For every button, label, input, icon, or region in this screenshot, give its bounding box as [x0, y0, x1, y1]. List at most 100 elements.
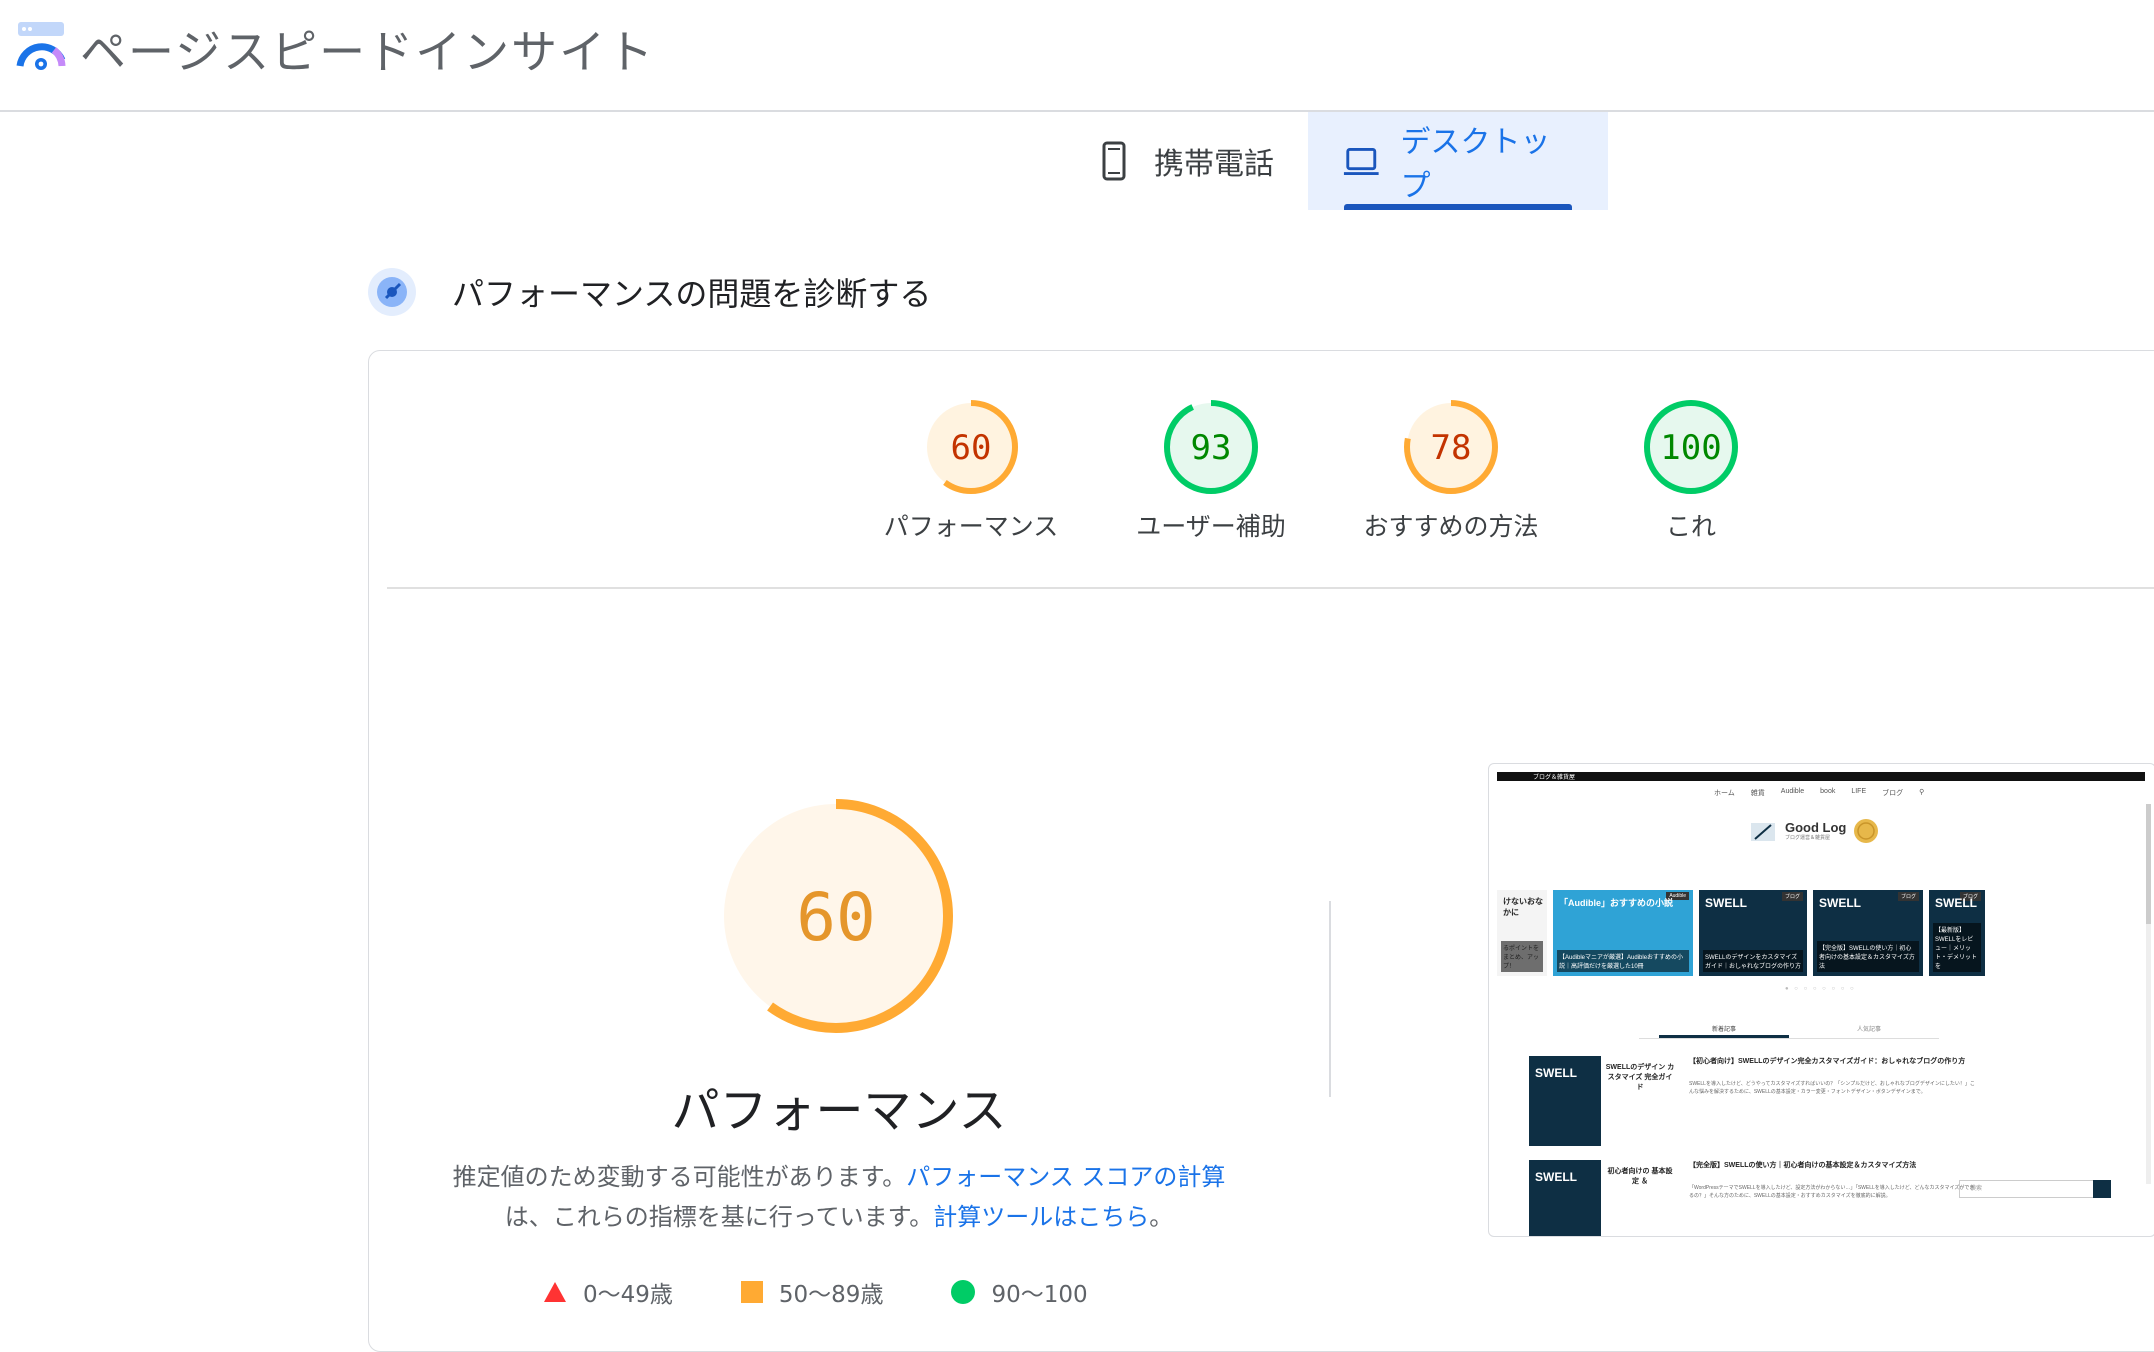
- brand-logo-icon: [1751, 823, 1775, 841]
- slide-label: 「Audible」おすすめの小説: [1559, 898, 1673, 908]
- score-description: 推定値のため変動する可能性があります。パフォーマンス スコアの計算 は、これらの…: [419, 1157, 1259, 1237]
- diagnose-title: パフォーマンスの問題を診断する: [452, 275, 932, 313]
- slide-tag: ブログ: [1781, 892, 1803, 901]
- tab-desktop-label: デスクトップ: [1400, 125, 1551, 204]
- gauge-label: おすすめの方法: [1363, 512, 1539, 541]
- slide: けないおなかに るポイントをまとめ、アップ！: [1497, 890, 1547, 976]
- gauge-score: 60: [951, 428, 992, 468]
- site-search-button: [2093, 1180, 2111, 1198]
- site-brand-sub: ブログ運営＆雑貨屋: [1785, 835, 1831, 841]
- tab-mobile[interactable]: 携帯電話: [1060, 112, 1308, 210]
- post-item: SWELL SWELLのデザイン カスタマイズ 完全ガイド 【初心者向け】SWE…: [1529, 1056, 1979, 1146]
- slide-caption: 【最新版】SWELLをレビュー｜メリット・デメリットを: [1933, 923, 1981, 972]
- slide-caption: るポイントをまとめ、アップ！: [1501, 941, 1543, 972]
- post-thumb: SWELL: [1529, 1160, 1601, 1236]
- gauge-best-practices[interactable]: 78 おすすめの方法: [1341, 397, 1561, 543]
- green-circle-icon: [951, 1280, 976, 1304]
- score-gauges: 60 パフォーマンス 93 ユーザー補助 78 おすすめの方法 100 これ: [369, 351, 2154, 587]
- legend-item-poor: 0〜49歳: [543, 1275, 673, 1309]
- score-legend: 0〜49歳 50〜89歳 90〜100: [543, 1275, 1156, 1309]
- site-nav-item: LIFE: [1851, 788, 1867, 795]
- desc-text-3: 。: [1149, 1203, 1174, 1231]
- gauge-score: 100: [1660, 428, 1721, 468]
- site-nav-item: 雑貨: [1750, 790, 1765, 797]
- diagnose-icon: [368, 268, 416, 316]
- site-brand: Good Log ブログ運営＆雑貨屋: [1749, 814, 1899, 848]
- laptop-icon: [1343, 147, 1379, 175]
- slide: ブログ SWELL 【最新版】SWELLをレビュー｜メリット・デメリットを: [1929, 890, 1985, 976]
- slider-dots: ● ○ ○ ○ ○ ○ ○ ○: [1785, 986, 1856, 992]
- site-search-input: 検索: [1959, 1180, 2099, 1198]
- slide-label: SWELL: [1705, 896, 1747, 910]
- device-tabs: 携帯電話 デスクトップ: [1060, 112, 1608, 210]
- tab-new-posts: 新着記事: [1659, 1024, 1789, 1038]
- post-item: SWELL 初心者向けの 基本設定 ＆ 【完全版】SWELLの使い方｜初心者向け…: [1529, 1160, 1979, 1236]
- legend-label: 0〜49歳: [583, 1282, 673, 1308]
- site-nav-item: ブログ: [1882, 790, 1904, 797]
- post-title: 【完全版】SWELLの使い方｜初心者向けの基本設定＆カスタマイズ方法: [1689, 1162, 1917, 1169]
- section-divider: [387, 587, 2154, 589]
- gauge-label: ユーザー補助: [1136, 512, 1286, 541]
- gauge-score: 93: [1191, 428, 1232, 468]
- slide-label: SWELL: [1819, 896, 1861, 910]
- desc-text-2: は、これらの指標を基に行っています。: [504, 1203, 934, 1231]
- tab-mobile-label: 携帯電話: [1154, 147, 1274, 182]
- gauge-label: これ: [1665, 512, 1716, 541]
- gauge-ring: 60: [924, 400, 1018, 494]
- pagespeed-logo-icon: [16, 22, 66, 70]
- post-tabs: 新着記事 人気記事: [1639, 1024, 1939, 1039]
- gauge-label: パフォーマンス: [883, 512, 1059, 541]
- gauge-ring: 78: [1404, 400, 1498, 494]
- app-header: ページスピードインサイト: [0, 0, 2154, 112]
- tab-desktop[interactable]: デスクトップ: [1308, 112, 1608, 210]
- orange-square-icon: [740, 1281, 763, 1303]
- legend-label: 50〜89歳: [778, 1282, 884, 1308]
- vertical-divider: [1329, 901, 1331, 1097]
- diagnose-header: パフォーマンスの問題を診断する: [366, 266, 931, 318]
- gauge-accessibility[interactable]: 93 ユーザー補助: [1101, 397, 1321, 543]
- slide-label: けないおなかに: [1503, 897, 1543, 917]
- calculator-link[interactable]: 計算ツールはこちら: [933, 1203, 1149, 1231]
- post-title: 【初心者向け】SWELLのデザイン完全カスタマイズガイド：おしゃれなブログの作り…: [1689, 1058, 1966, 1065]
- gauge-score: 60: [796, 879, 875, 956]
- legend-item-average: 50〜89歳: [740, 1275, 884, 1309]
- post-thumb: SWELL: [1529, 1056, 1601, 1146]
- slide-caption: 【Audibleマニアが厳選】Audibleおすすめの小説｜高評価だけを厳選した…: [1557, 950, 1689, 972]
- phone-icon: [1102, 141, 1126, 181]
- site-brand-name: Good Log: [1785, 820, 1847, 835]
- gauge-performance[interactable]: 60 パフォーマンス: [861, 397, 1081, 543]
- performance-score-calc-link[interactable]: パフォーマンス スコアの計算: [906, 1163, 1225, 1191]
- scrollbar: [2146, 804, 2151, 1184]
- site-nav-item: book: [1820, 788, 1836, 795]
- gauge-ring: 100: [1644, 400, 1738, 494]
- post-excerpt: 「WordPressテーマでSWELLを導入したけど、設定方法がわからない…」「…: [1689, 1185, 1975, 1199]
- site-topbar: ブログ＆雑貨屋: [1497, 772, 2145, 781]
- performance-title: パフォーマンス: [671, 1083, 1007, 1139]
- red-triangle-icon: [544, 1282, 566, 1302]
- site-slider: けないおなかに るポイントをまとめ、アップ！ Audible 「Audible」…: [1497, 890, 2137, 976]
- gauge-seo[interactable]: 100 これ: [1581, 397, 1801, 543]
- site-nav-item: Audible: [1780, 788, 1805, 795]
- page-screenshot[interactable]: ブログ＆雑貨屋 ホーム 雑貨 Audible book LIFE ブログ ⚲ G…: [1488, 763, 2154, 1237]
- search-icon: ⚲: [1919, 789, 1925, 796]
- site-nav: ホーム 雑貨 Audible book LIFE ブログ ⚲: [1714, 788, 1924, 798]
- slide-caption: 【完全版】SWELLの使い方｜初心者向けの基本設定＆カスタマイズ方法: [1817, 941, 1919, 972]
- post-thumb-caption: SWELLのデザイン カスタマイズ 完全ガイド: [1605, 1064, 1675, 1091]
- legend-item-good: 90〜100: [951, 1275, 1088, 1309]
- gauge-score: 78: [1431, 428, 1472, 468]
- active-tab-indicator: [1344, 204, 1572, 210]
- site-nav-item: ホーム: [1714, 790, 1735, 797]
- post-thumb-label: SWELL: [1535, 1170, 1577, 1184]
- performance-big-gauge: 60: [719, 799, 953, 1033]
- site-topbar-text: ブログ＆雑貨屋: [1533, 775, 1576, 781]
- legend-label: 90〜100: [991, 1282, 1088, 1308]
- tab-popular-posts: 人気記事: [1856, 1027, 1881, 1033]
- slide: ブログ SWELL SWELLのデザインをカスタマイズガイド｜おしゃれなブログの…: [1699, 890, 1807, 976]
- slide-tag: ブログ: [1897, 892, 1919, 901]
- coin-icon: [1854, 819, 1879, 843]
- app-title: ページスピードインサイト: [80, 25, 656, 79]
- slide-caption: SWELLのデザインをカスタマイズガイド｜おしゃれなブログの作り方: [1703, 950, 1803, 972]
- slide: ブログ SWELL 【完全版】SWELLの使い方｜初心者向けの基本設定＆カスタマ…: [1813, 890, 1923, 976]
- slide-label: SWELL: [1935, 896, 1977, 910]
- post-thumb-label: SWELL: [1535, 1066, 1577, 1080]
